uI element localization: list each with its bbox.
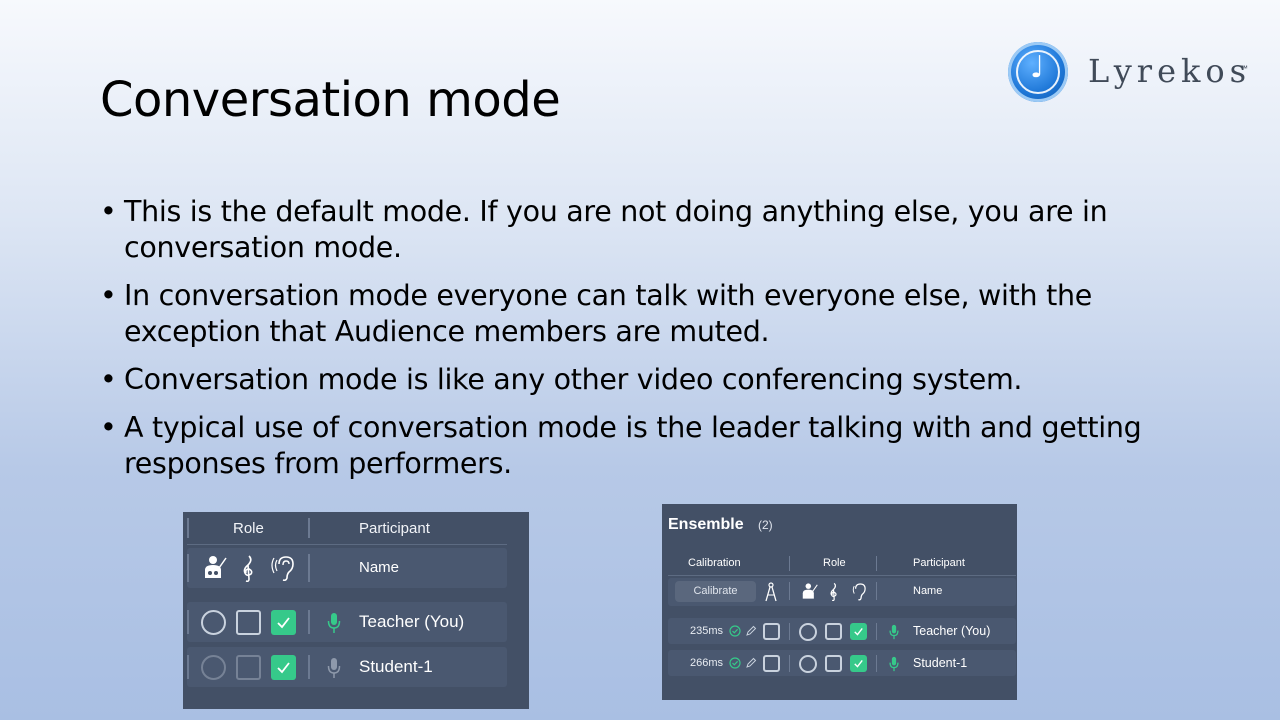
bullet-text: This is the default mode. If you are not… [124,195,1108,264]
music-note-logo-icon: ♩ [1008,42,1068,102]
participant-role-panel: Role Participant Name Teacher (You) Stud… [183,512,529,709]
leader-radio[interactable] [201,610,226,635]
audience-ear-icon[interactable] [271,554,297,582]
slide-title: Conversation mode [100,72,561,128]
leader-radio[interactable] [799,655,817,673]
microphone-icon[interactable] [889,624,899,640]
ensemble-title: Ensemble [668,516,744,533]
calibrated-check-icon [729,625,741,637]
bullet-item: • This is the default mode. If you are no… [100,195,1108,264]
bullet-item: • In conversation mode everyone can talk … [100,279,1092,348]
logo-text: Lyrekos [1088,52,1252,90]
pencil-edit-icon[interactable] [745,625,757,637]
latency-value: 235ms [690,625,724,637]
microphone-muted-icon[interactable] [327,657,341,679]
performer-clef-icon[interactable] [240,554,256,582]
table-row [187,647,507,687]
calibration-checkbox[interactable] [763,655,780,672]
audience-checkbox-checked[interactable] [271,610,296,635]
name-subheader: Name [913,585,943,597]
participant-header: Participant [359,520,430,537]
role-header: Role [823,557,846,569]
audience-checkbox-checked[interactable] [850,655,867,672]
bullet-text: A typical use of conversation mode is th… [124,411,1142,480]
performer-checkbox[interactable] [825,655,842,672]
performer-checkbox-disabled [236,655,261,680]
participant-header: Participant [913,557,965,569]
audience-checkbox-checked[interactable] [850,623,867,640]
participant-name: Student-1 [913,656,968,670]
performer-clef-icon[interactable] [828,582,839,601]
role-header: Role [233,520,264,537]
ensemble-count: (2) [758,518,773,532]
performer-checkbox[interactable] [236,610,261,635]
audience-ear-icon[interactable] [850,582,868,601]
microphone-icon[interactable] [889,656,899,672]
calibrate-button[interactable]: Calibrate [675,581,756,602]
compass-calibrate-icon[interactable] [764,582,778,602]
lyrekos-logo: ♩ Lyrekos ™ [1008,42,1258,104]
bullet-text: Conversation mode is like any other vide… [124,363,1023,396]
leader-conductor-icon[interactable] [800,582,818,600]
performer-checkbox[interactable] [825,623,842,640]
calibration-header: Calibration [688,557,741,569]
pencil-edit-icon[interactable] [745,657,757,669]
calibration-checkbox[interactable] [763,623,780,640]
leader-radio-disabled [201,655,226,680]
latency-value: 266ms [690,657,724,669]
leader-radio[interactable] [799,623,817,641]
participant-name: Teacher (You) [359,612,465,631]
calibrated-check-icon [729,657,741,669]
microphone-icon[interactable] [327,612,341,634]
participant-name: Student-1 [359,657,433,676]
name-subheader: Name [359,559,400,576]
bullet-item: • Conversation mode is like any other vid… [100,363,1023,396]
participant-name: Teacher (You) [913,624,991,638]
bullet-list: • This is the default mode. If you are no… [100,194,1210,494]
logo-trademark: ™ [1240,64,1248,73]
bullet-item: • A typical use of conversation mode is t… [100,411,1142,480]
audience-checkbox-checked[interactable] [271,655,296,680]
bullet-text: In conversation mode everyone can talk w… [124,279,1092,348]
leader-conductor-icon[interactable] [201,554,227,580]
